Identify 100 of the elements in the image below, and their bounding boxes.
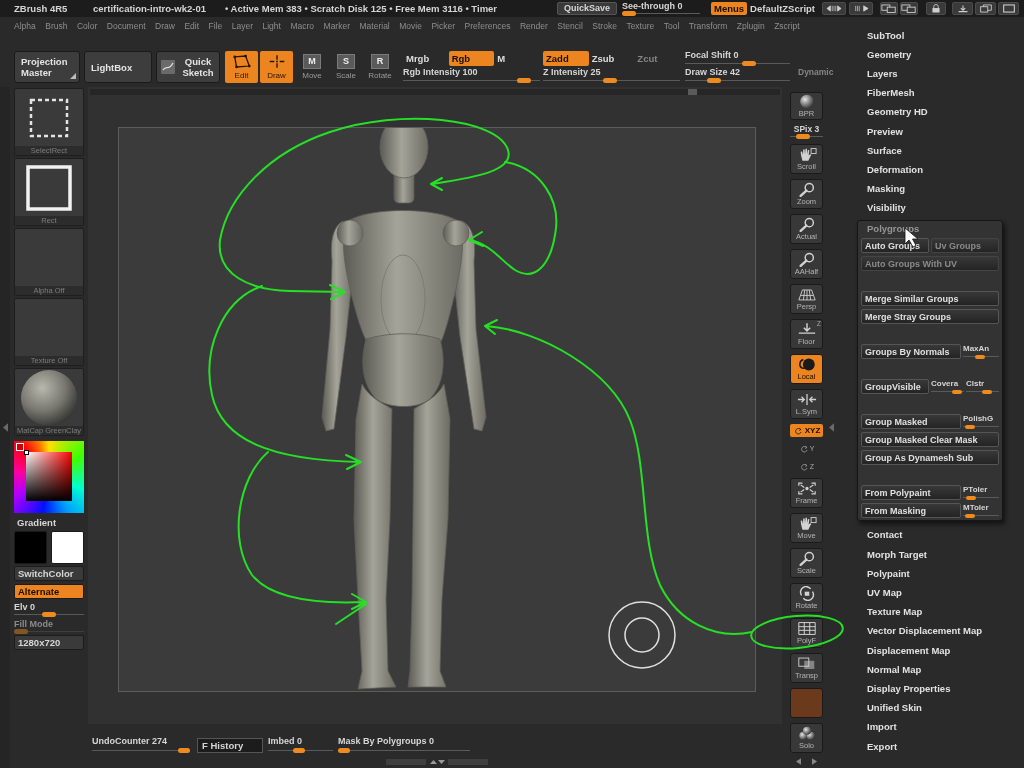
menu-item[interactable]: Surface (856, 140, 1024, 160)
menu-item[interactable]: Import (856, 717, 1024, 737)
resolution-button[interactable]: 1280x720 (14, 635, 84, 650)
menu-item[interactable]: Displacement Map (856, 640, 1024, 660)
slider-thumb[interactable] (338, 748, 350, 753)
palette-slider[interactable] (966, 389, 999, 395)
menu-item[interactable]: Polygroups (858, 221, 1002, 237)
color-swatch[interactable] (51, 531, 84, 564)
minimize-button[interactable] (952, 2, 974, 15)
color-field[interactable] (26, 452, 72, 501)
menu-item[interactable]: File (208, 20, 223, 31)
tray-button[interactable] (880, 2, 899, 15)
menu-item[interactable]: Morph Target (856, 544, 1024, 564)
menu-item[interactable]: Texture Map (856, 602, 1024, 622)
slider-thumb[interactable] (965, 513, 976, 518)
menu-item[interactable]: Visibility (856, 198, 1024, 218)
menu-item[interactable]: Transform (688, 20, 728, 31)
arrow-left-icon[interactable] (796, 758, 801, 765)
menus-button[interactable]: Menus (711, 2, 748, 15)
menu-item[interactable]: Preferences (464, 20, 511, 31)
panel-button[interactable]: Quick Sketch (156, 51, 220, 83)
alternate-button[interactable]: Alternate (14, 584, 84, 599)
menu-item[interactable]: Stroke (592, 20, 617, 31)
menu-item[interactable]: Edit (184, 20, 200, 31)
slider-thumb[interactable] (982, 389, 993, 394)
bottom-slider[interactable] (92, 748, 190, 753)
menu-item[interactable]: Render (519, 20, 548, 31)
menu-item[interactable]: Stencil (557, 20, 583, 31)
slider-thumb[interactable] (622, 11, 636, 16)
slider-thumb[interactable] (951, 389, 962, 394)
palette-slider[interactable] (963, 513, 999, 519)
menu-item[interactable]: Layers (856, 63, 1024, 84)
menu-item[interactable]: Zplugin (736, 20, 765, 31)
menu-item[interactable]: SubTool (856, 25, 1024, 45)
tool-mode-button[interactable]: S Scale (331, 51, 361, 83)
gradient-toggle[interactable]: Gradient (14, 517, 84, 529)
menu-item[interactable]: Color (76, 20, 98, 31)
palette-button[interactable]: Merge Stray Groups (861, 309, 999, 325)
slider-thumb[interactable] (42, 612, 56, 617)
palette-button[interactable]: Group Masked Clear Mask (861, 432, 999, 448)
menu-item[interactable]: Preview (856, 121, 1024, 141)
slider-thumb[interactable] (742, 61, 757, 66)
palette-button[interactable]: Group Masked (861, 414, 961, 430)
collapse-arrow-icon[interactable] (829, 423, 834, 432)
menu-item[interactable]: Picker (431, 20, 456, 31)
slider-thumb[interactable] (178, 748, 190, 753)
palette-button[interactable]: Auto Groups (861, 238, 929, 254)
channel-toggle[interactable]: Mrgb (403, 51, 449, 66)
palette-scroll-button[interactable] (822, 2, 847, 15)
menu-item[interactable]: Layer (231, 20, 253, 31)
menu-item[interactable]: Movie (399, 20, 422, 31)
ring-icon[interactable] (608, 601, 676, 669)
menu-item[interactable]: Macro (290, 20, 315, 31)
switch-color-button[interactable]: SwitchColor (14, 566, 84, 581)
lock-button[interactable] (926, 2, 947, 15)
tool-mode-button[interactable]: Edit (225, 51, 258, 83)
fill-mode-slider[interactable] (14, 629, 84, 634)
menu-item[interactable]: Vector Displacement Map (856, 621, 1024, 641)
menu-item[interactable]: Export (856, 736, 1024, 756)
see-through-slider[interactable] (622, 11, 700, 15)
menu-item[interactable]: Normal Map (856, 659, 1024, 679)
slider-thumb[interactable] (603, 78, 618, 83)
arrow-right-icon[interactable] (812, 758, 817, 765)
slider-thumb[interactable] (795, 134, 810, 139)
palette-button[interactable]: GroupVisible (861, 379, 929, 395)
tool-mode-button[interactable]: M Move (297, 51, 327, 83)
menu-item[interactable]: Document (106, 20, 146, 31)
bottom-slider[interactable] (338, 748, 470, 753)
tool-mode-button[interactable]: Draw (260, 51, 293, 83)
texture-swatch-icon[interactable] (790, 688, 823, 718)
channel-toggle[interactable]: Zadd (543, 51, 589, 66)
color-picker[interactable] (14, 441, 84, 513)
palette-next-button[interactable] (849, 2, 874, 15)
menu-item[interactable]: Contact (856, 525, 1024, 545)
slider-thumb[interactable] (974, 354, 985, 359)
menu-item[interactable]: Geometry (856, 44, 1024, 64)
panel-button[interactable]: LightBox (84, 51, 152, 83)
menu-item[interactable]: Material (359, 20, 390, 31)
menu-item[interactable]: Unified Skin (856, 698, 1024, 718)
history-button[interactable]: F History (197, 738, 263, 753)
palette-slider[interactable] (931, 389, 964, 395)
scroll-handle-icon[interactable] (386, 759, 488, 766)
horizontal-scrollbar[interactable] (90, 89, 780, 95)
channel-toggle[interactable]: M (494, 51, 540, 66)
slider-thumb[interactable] (517, 78, 532, 83)
document-canvas[interactable] (118, 127, 756, 692)
collapse-arrow-icon[interactable] (2, 423, 8, 432)
slider-thumb[interactable] (966, 495, 977, 500)
menu-item[interactable]: Polypaint (856, 563, 1024, 584)
slider-thumb[interactable] (706, 78, 721, 83)
quicksave-button[interactable]: QuickSave (557, 2, 617, 15)
maximize-button[interactable] (998, 2, 1020, 15)
menu-item[interactable]: Marker (323, 20, 350, 31)
tray-button[interactable] (900, 2, 919, 15)
palette-button[interactable]: Merge Similar Groups (861, 291, 999, 307)
menu-item[interactable]: FiberMesh (856, 83, 1024, 103)
slider-thumb[interactable] (965, 424, 976, 429)
palette-button[interactable]: From Polypaint (861, 485, 961, 501)
menu-item[interactable]: Alpha (14, 20, 36, 31)
restore-button[interactable] (975, 2, 997, 15)
